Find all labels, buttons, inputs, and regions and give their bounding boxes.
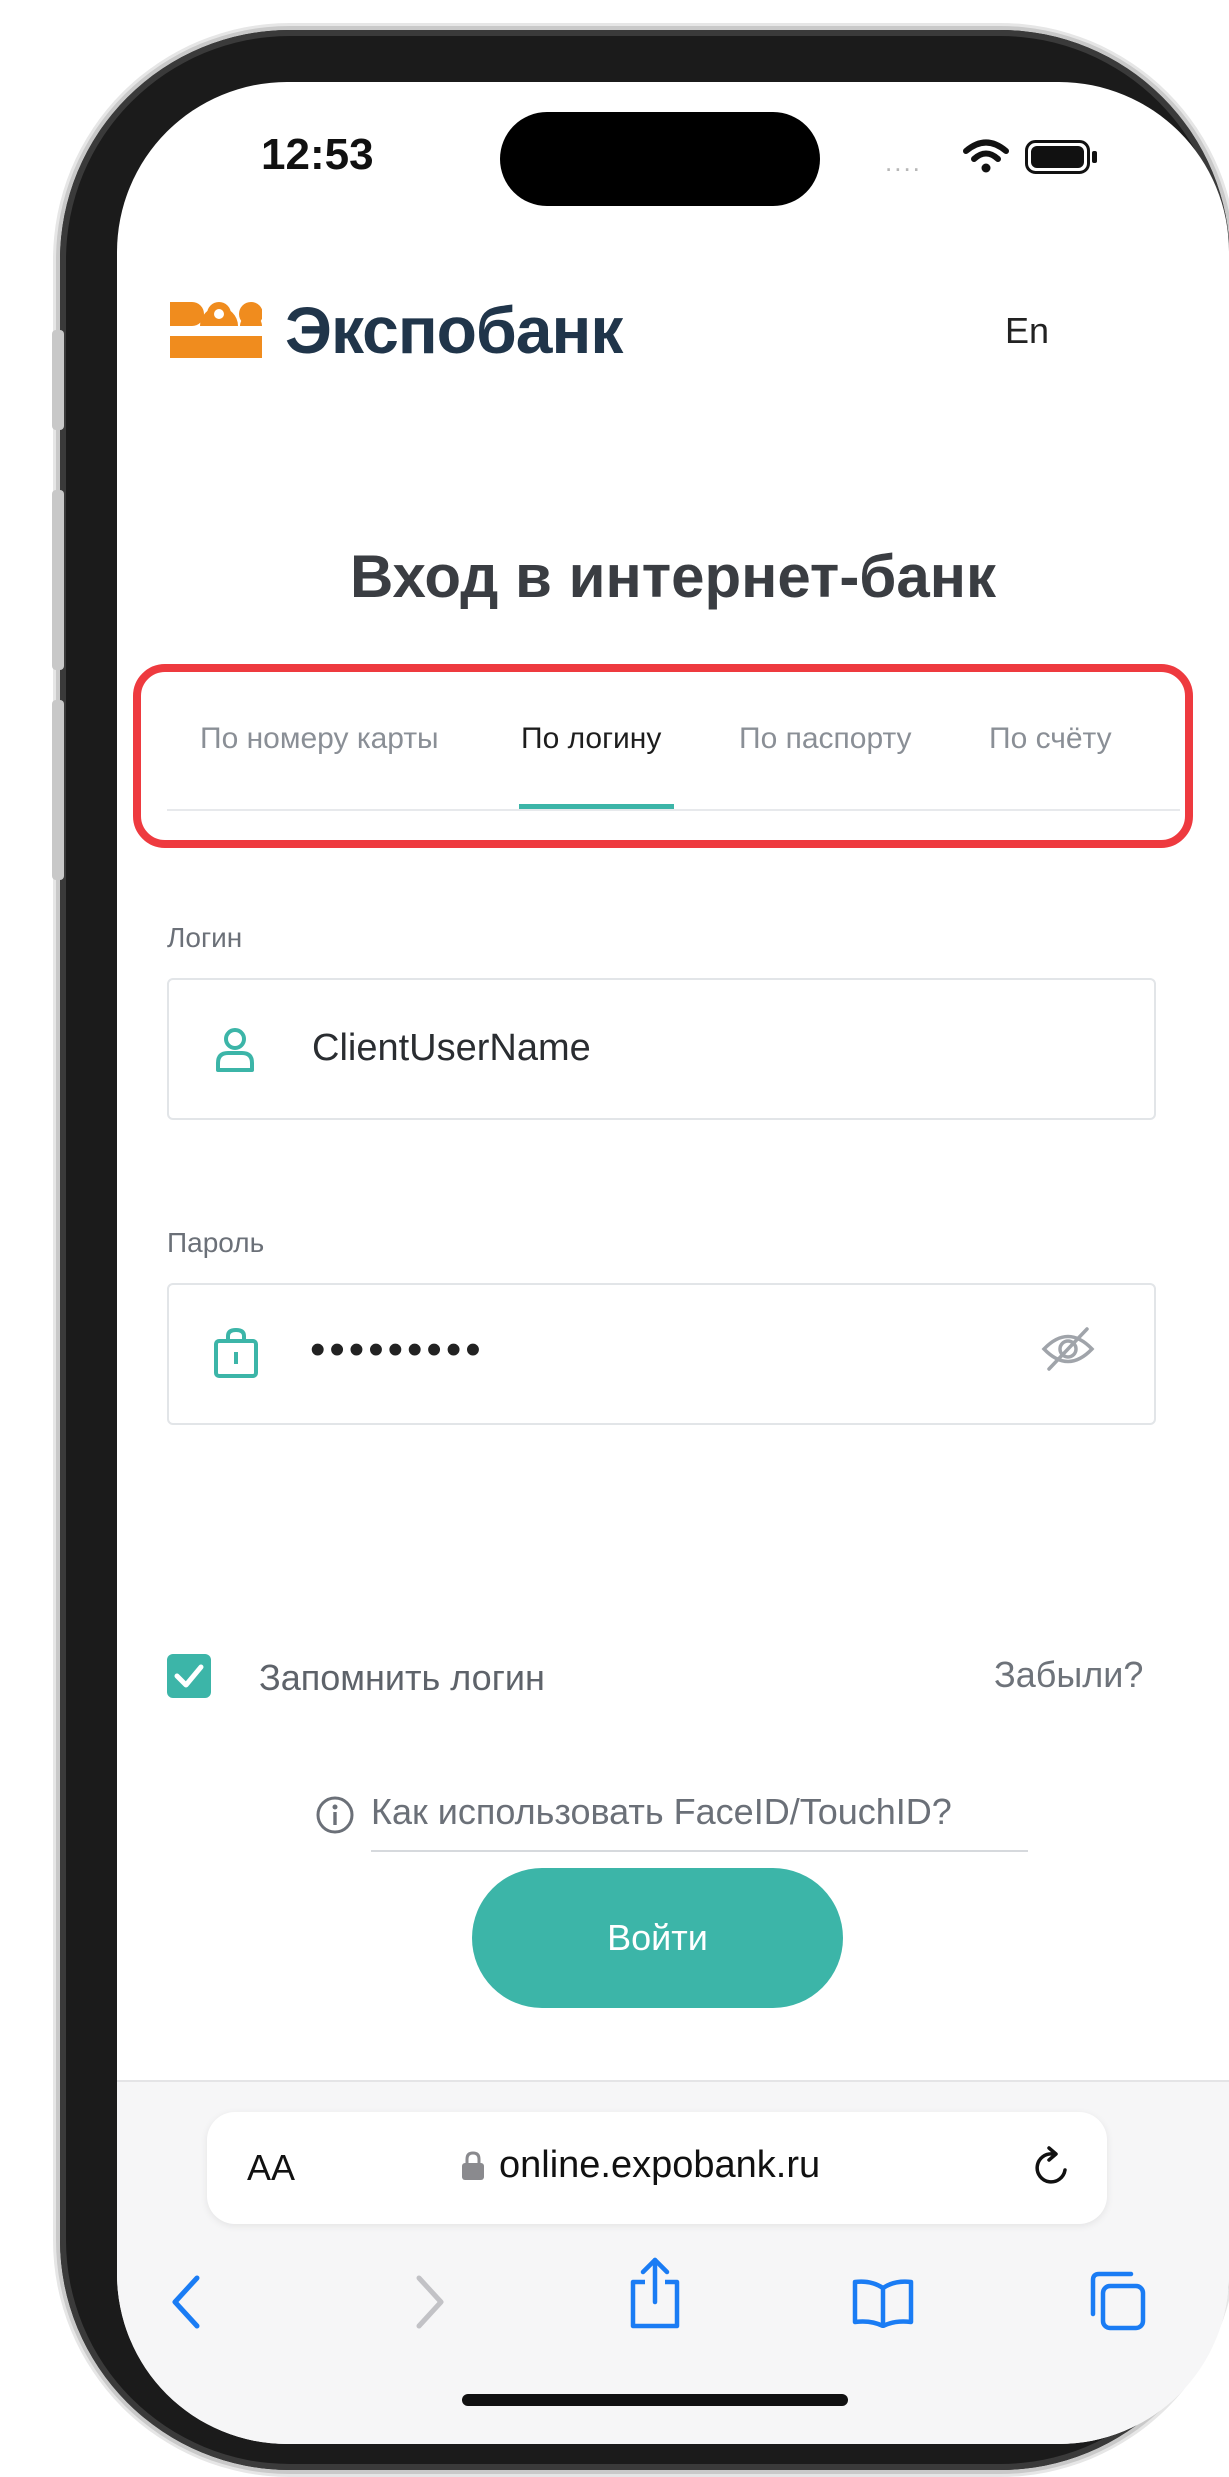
- face-id-help-link[interactable]: Как использовать FaceID/TouchID?: [371, 1791, 952, 1833]
- remember-checkbox[interactable]: [167, 1654, 211, 1698]
- home-indicator: [462, 2394, 848, 2406]
- back-icon[interactable]: [169, 2274, 203, 2330]
- bookmarks-icon[interactable]: [851, 2278, 915, 2328]
- lock-icon: [214, 1327, 258, 1378]
- logo-text: Экспобанк: [285, 293, 623, 367]
- tab-card-number[interactable]: По номеру карты: [200, 722, 439, 756]
- forgot-link[interactable]: Забыли?: [994, 1654, 1143, 1696]
- check-icon: [174, 1664, 204, 1688]
- side-button-volume-up: [52, 490, 64, 670]
- side-button-silent: [52, 330, 64, 430]
- user-icon: [216, 1028, 254, 1072]
- reload-icon[interactable]: [1031, 2144, 1075, 2190]
- active-tab-indicator: [519, 804, 674, 809]
- face-id-help-underline: [371, 1850, 1028, 1852]
- tab-passport[interactable]: По паспорту: [739, 722, 912, 756]
- forward-icon[interactable]: [413, 2274, 447, 2330]
- tabs-icon[interactable]: [1087, 2270, 1147, 2332]
- url-text[interactable]: online.expobank.ru: [499, 2144, 820, 2187]
- battery-icon: [1025, 140, 1097, 174]
- info-icon: [316, 1796, 354, 1834]
- expobank-logo-icon: [170, 302, 262, 358]
- tab-login[interactable]: По логину: [521, 722, 661, 756]
- dynamic-island: [500, 112, 820, 206]
- login-button[interactable]: Войти: [472, 1868, 843, 2008]
- side-button-volume-down: [52, 700, 64, 880]
- share-icon[interactable]: [627, 2256, 683, 2330]
- tabs-divider: [167, 809, 1180, 811]
- lock-small-icon: [462, 2151, 484, 2180]
- status-time: 12:53: [261, 130, 374, 179]
- tab-account[interactable]: По счёту: [989, 722, 1112, 756]
- text-size-button[interactable]: AA: [247, 2147, 295, 2189]
- wifi-icon: [963, 139, 1009, 173]
- signal-icon: ....: [885, 147, 922, 177]
- password-label: Пароль: [167, 1227, 265, 1258]
- remember-label[interactable]: Запомнить логин: [259, 1657, 545, 1699]
- language-switch[interactable]: En: [1005, 310, 1049, 352]
- phone-screen: 12:53 .... Экспобанк En Вход в интернет-…: [117, 82, 1229, 2444]
- tabs-highlight-box: [133, 664, 1193, 848]
- page-title: Вход в интернет-банк: [350, 543, 996, 610]
- login-value: ClientUserName: [312, 1027, 591, 1069]
- eye-off-icon[interactable]: [1041, 1326, 1095, 1372]
- password-value: •••••••••: [310, 1325, 485, 1374]
- login-label: Логин: [167, 922, 243, 953]
